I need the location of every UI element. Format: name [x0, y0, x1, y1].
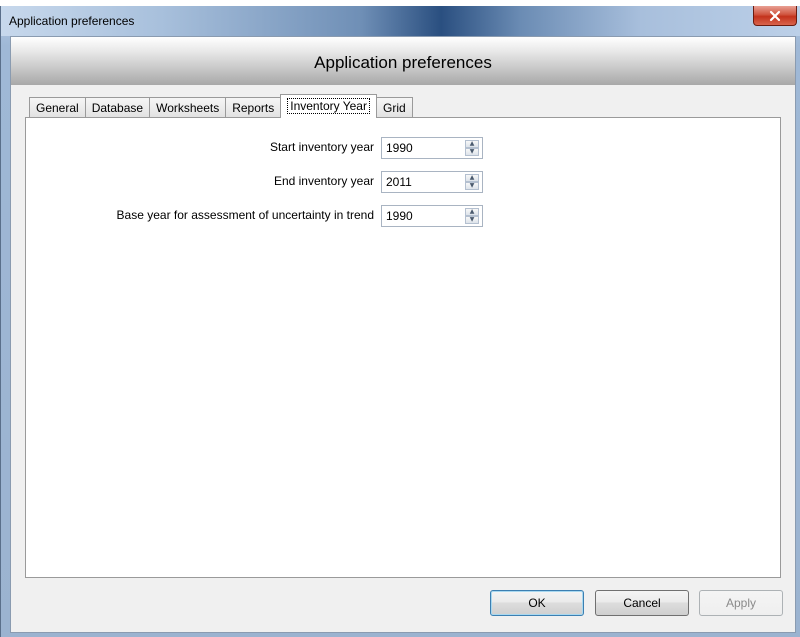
- arrow-up-icon: ▲: [469, 174, 475, 181]
- end-year-down-button[interactable]: ▼: [465, 182, 479, 190]
- base-year-spin-buttons: ▲ ▼: [465, 208, 479, 224]
- start-year-up-button[interactable]: ▲: [465, 140, 479, 148]
- close-icon: [769, 10, 781, 21]
- base-year-label: Base year for assessment of uncertainty …: [116, 208, 374, 222]
- cancel-button[interactable]: Cancel: [595, 590, 689, 616]
- preferences-window: Application preferences Application pref…: [0, 6, 800, 637]
- start-year-spin-buttons: ▲ ▼: [465, 140, 479, 156]
- end-year-up-button[interactable]: ▲: [465, 174, 479, 182]
- end-year-row: End inventory year: [26, 171, 374, 193]
- start-year-down-button[interactable]: ▼: [465, 148, 479, 156]
- tab-database[interactable]: Database: [84, 97, 151, 117]
- tab-worksheets[interactable]: Worksheets: [149, 97, 227, 117]
- arrow-down-icon: ▼: [469, 182, 475, 189]
- apply-button[interactable]: Apply: [699, 590, 783, 616]
- start-year-spinner[interactable]: ▲ ▼: [381, 137, 483, 159]
- end-year-spin-buttons: ▲ ▼: [465, 174, 479, 190]
- end-year-spinner[interactable]: ▲ ▼: [381, 171, 483, 193]
- base-year-up-button[interactable]: ▲: [465, 208, 479, 216]
- tab-inventory-year-label: Inventory Year: [287, 98, 370, 114]
- ok-button[interactable]: OK: [490, 590, 584, 616]
- header-title: Application preferences: [314, 53, 492, 72]
- header-band: Application preferences: [11, 37, 795, 85]
- start-year-row: Start inventory year: [26, 137, 374, 159]
- close-button[interactable]: [753, 6, 797, 26]
- tab-strip: General Database Worksheets Reports Inve…: [29, 94, 413, 118]
- inventory-year-panel: Start inventory year ▲ ▼ End inventory y…: [25, 117, 781, 578]
- arrow-down-icon: ▼: [469, 148, 475, 155]
- base-year-row: Base year for assessment of uncertainty …: [26, 205, 374, 227]
- arrow-up-icon: ▲: [469, 208, 475, 215]
- dialog-client-area: Application preferences General Database…: [10, 36, 796, 633]
- arrow-up-icon: ▲: [469, 140, 475, 147]
- base-year-down-button[interactable]: ▼: [465, 216, 479, 224]
- arrow-down-icon: ▼: [469, 216, 475, 223]
- tab-reports[interactable]: Reports: [225, 97, 282, 117]
- end-year-label: End inventory year: [273, 174, 374, 188]
- title-bar[interactable]: Application preferences: [1, 6, 800, 36]
- tab-grid[interactable]: Grid: [375, 97, 413, 117]
- start-year-label: Start inventory year: [269, 140, 374, 154]
- base-year-spinner[interactable]: ▲ ▼: [381, 205, 483, 227]
- end-year-input[interactable]: [382, 172, 460, 192]
- base-year-input[interactable]: [382, 206, 460, 226]
- start-year-input[interactable]: [382, 138, 460, 158]
- tab-general[interactable]: General: [29, 97, 86, 117]
- window-title: Application preferences: [9, 14, 135, 28]
- tab-inventory-year[interactable]: Inventory Year: [280, 94, 377, 118]
